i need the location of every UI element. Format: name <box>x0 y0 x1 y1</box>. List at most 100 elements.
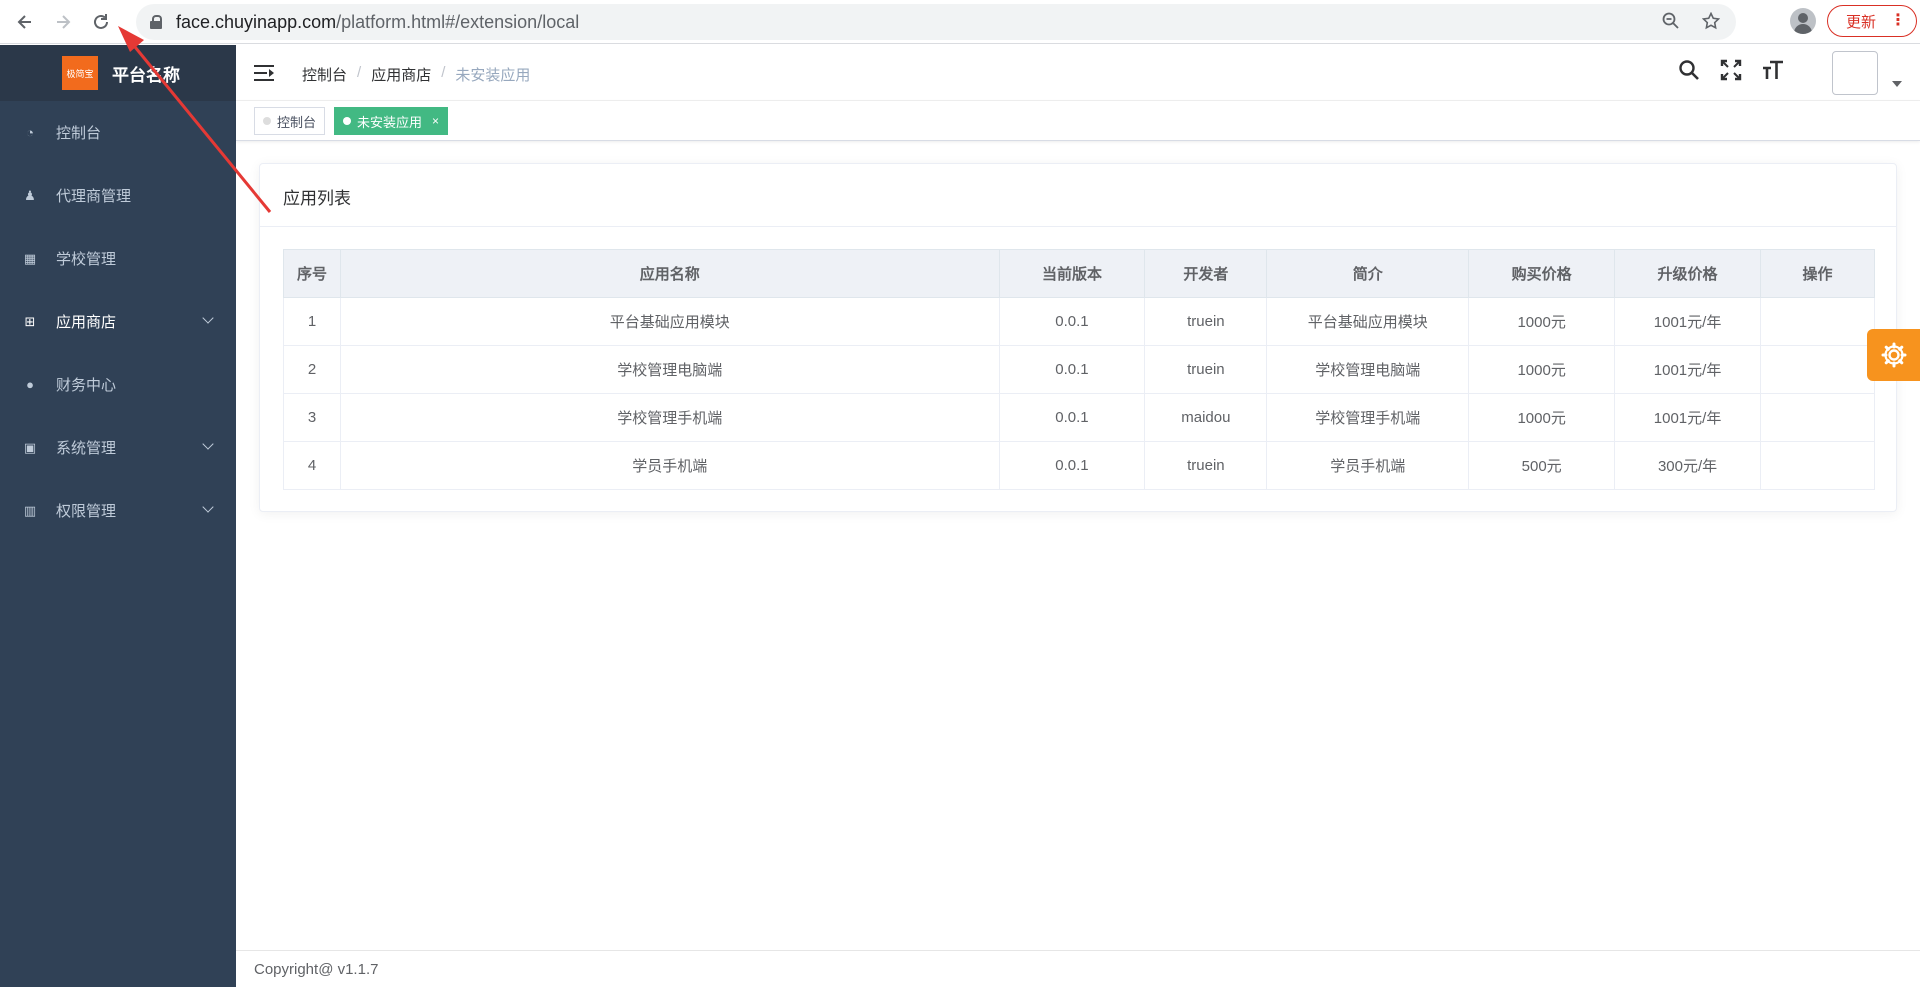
sidebar: 极简宝 平台名称 ◔ 控制台 ♟ 代理商管理 ▦ 学校管理 ⊞ 应用商店 ● 财务中心 ▣ 系统管理 ▥… <box>0 45 236 987</box>
column-header[interactable]: 应用名称 <box>339 249 1000 298</box>
sidebar-item-label: 代理商管理 <box>56 188 132 205</box>
table-cell: 500元 <box>1468 441 1616 490</box>
update-label: 更新 <box>1846 13 1877 31</box>
caret-down-icon[interactable] <box>1892 81 1902 87</box>
tag-dot-icon <box>343 117 351 125</box>
sidebar-item-label: 权限管理 <box>56 503 117 520</box>
app-table: 序号 应用名称 当前版本 开发者 简介 购买价格 升级价格 操作 1 平台基础应用模块 0.0.1… <box>283 249 1875 490</box>
tag-uninstalled-apps[interactable]: 未安装应用 × <box>334 107 449 135</box>
sidebar-item-2[interactable]: ▦ 学校管理 <box>0 227 236 290</box>
sidebar-item-0[interactable]: ◔ 控制台 <box>0 101 236 164</box>
table-cell: 0.0.1 <box>998 297 1146 346</box>
tag-dashboard[interactable]: 控制台 <box>254 107 326 135</box>
table-cell: 3 <box>283 393 341 442</box>
close-icon[interactable]: × <box>432 114 439 128</box>
table-cell <box>1760 297 1875 346</box>
update-button[interactable]: 更新 ⋮ <box>1827 5 1917 37</box>
table-cell: 平台基础应用模块 <box>339 297 1000 346</box>
table-row[interactable]: 4 学员手机端 0.0.1 truein 学员手机端 500元 300元/年 <box>283 441 1875 490</box>
table-cell: 300元/年 <box>1614 441 1762 490</box>
sidebar-item-label: 控制台 <box>56 125 102 142</box>
hamburger-icon[interactable] <box>254 65 274 81</box>
settings-box-icon: ▣ <box>23 439 37 455</box>
sidebar-item-1[interactable]: ♟ 代理商管理 <box>0 164 236 227</box>
money-icon: ● <box>26 377 34 392</box>
sidebar-item-5[interactable]: ▣ 系统管理 <box>0 416 236 479</box>
chart-icon: ▥ <box>23 502 37 518</box>
sidebar-item-label: 应用商店 <box>56 314 117 331</box>
table-cell: 平台基础应用模块 <box>1266 297 1470 346</box>
reload-icon[interactable] <box>88 9 114 35</box>
table-cell: 0.0.1 <box>998 345 1146 394</box>
column-header[interactable]: 升级价格 <box>1614 249 1762 298</box>
column-header[interactable]: 操作 <box>1760 249 1875 298</box>
bookmark-star-icon[interactable] <box>1701 11 1721 35</box>
address-bar[interactable]: face.chuyinapp.com/platform.html#/extens… <box>136 4 1736 40</box>
forward-icon[interactable] <box>50 9 76 35</box>
breadcrumb-item-current: 未安装应用 <box>455 67 531 84</box>
zoom-icon[interactable] <box>1662 12 1680 35</box>
card-title: 应用列表 <box>260 164 1896 227</box>
table-header-row: 序号 应用名称 当前版本 开发者 简介 购买价格 升级价格 操作 <box>283 249 1875 298</box>
profile-avatar-icon[interactable] <box>1790 8 1816 34</box>
gear-icon <box>1881 342 1906 368</box>
building-icon: ▦ <box>23 250 37 266</box>
sidebar-item-3[interactable]: ⊞ 应用商店 <box>0 290 236 353</box>
logo-bar: 极简宝 平台名称 <box>0 45 236 101</box>
table-cell: 1 <box>283 297 341 346</box>
table-cell: 1001元/年 <box>1614 393 1762 442</box>
table-cell: 0.0.1 <box>998 393 1146 442</box>
tag-label: 控制台 <box>277 114 317 130</box>
sidebar-item-label: 财务中心 <box>56 377 117 394</box>
table-cell: 1000元 <box>1468 393 1616 442</box>
table-cell: 学员手机端 <box>339 441 1000 490</box>
column-header[interactable]: 购买价格 <box>1468 249 1616 298</box>
search-icon[interactable] <box>1678 59 1700 87</box>
column-header[interactable]: 简介 <box>1266 249 1470 298</box>
lock-icon <box>150 15 162 29</box>
table-cell: 1000元 <box>1468 297 1616 346</box>
table-cell: 学校管理手机端 <box>339 393 1000 442</box>
fullscreen-icon[interactable] <box>1720 59 1742 87</box>
table-cell: 2 <box>283 345 341 394</box>
table-cell: 学员手机端 <box>1266 441 1470 490</box>
table-cell: 1001元/年 <box>1614 297 1762 346</box>
table-body: 1 平台基础应用模块 0.0.1 truein 平台基础应用模块 1000元 1001元/年… <box>283 297 1875 490</box>
back-icon[interactable] <box>12 9 38 35</box>
settings-fab[interactable] <box>1867 329 1920 381</box>
table-cell: 0.0.1 <box>998 441 1146 490</box>
more-menu-icon[interactable]: ⋮ <box>1890 12 1906 30</box>
table-cell: maidou <box>1144 393 1268 442</box>
tags-view: 控制台 未安装应用 × <box>236 101 1920 141</box>
column-header[interactable]: 当前版本 <box>998 249 1146 298</box>
footer: Copyright@ v1.1.7 <box>236 950 1920 987</box>
url-text: face.chuyinapp.com/platform.html#/extens… <box>176 11 580 32</box>
table-cell <box>1760 393 1875 442</box>
table-cell: truein <box>1144 345 1268 394</box>
breadcrumb-item-app-store[interactable]: 应用商店 <box>371 64 431 85</box>
table-cell: 1001元/年 <box>1614 345 1762 394</box>
sidebar-item-6[interactable]: ▥ 权限管理 <box>0 479 236 542</box>
breadcrumb-item-dashboard[interactable]: 控制台 <box>302 64 347 85</box>
tag-label: 未安装应用 <box>357 114 423 130</box>
user-avatar[interactable] <box>1832 51 1878 95</box>
dashboard-icon: ◔ <box>26 125 34 140</box>
sidebar-item-4[interactable]: ● 财务中心 <box>0 353 236 416</box>
tag-dot-icon <box>263 117 271 125</box>
font-size-icon[interactable] <box>1762 59 1784 87</box>
table-row[interactable]: 2 学校管理电脑端 0.0.1 truein 学校管理电脑端 1000元 1001元/年 <box>283 345 1875 394</box>
column-header[interactable]: 开发者 <box>1144 249 1268 298</box>
column-header[interactable]: 序号 <box>283 249 341 298</box>
table-cell: 学校管理手机端 <box>1266 393 1470 442</box>
table-cell <box>1760 345 1875 394</box>
table-row[interactable]: 3 学校管理手机端 0.0.1 maidou 学校管理手机端 1000元 1001元/年 <box>283 393 1875 442</box>
sidebar-menu: ◔ 控制台 ♟ 代理商管理 ▦ 学校管理 ⊞ 应用商店 ● 财务中心 ▣ 系统管理 ▥ 权限管理 <box>0 101 236 542</box>
sidebar-item-label: 学校管理 <box>56 251 117 268</box>
sidebar-item-label: 系统管理 <box>56 440 117 457</box>
table-row[interactable]: 1 平台基础应用模块 0.0.1 truein 平台基础应用模块 1000元 1001元/年 <box>283 297 1875 346</box>
user-icon: ♟ <box>24 187 36 203</box>
browser-toolbar: face.chuyinapp.com/platform.html#/extens… <box>0 0 1920 44</box>
top-navbar: 控制台 / 应用商店 / 未安装应用 <box>236 45 1920 101</box>
platform-name: 平台名称 <box>112 65 180 85</box>
chevron-down-icon <box>202 312 214 324</box>
